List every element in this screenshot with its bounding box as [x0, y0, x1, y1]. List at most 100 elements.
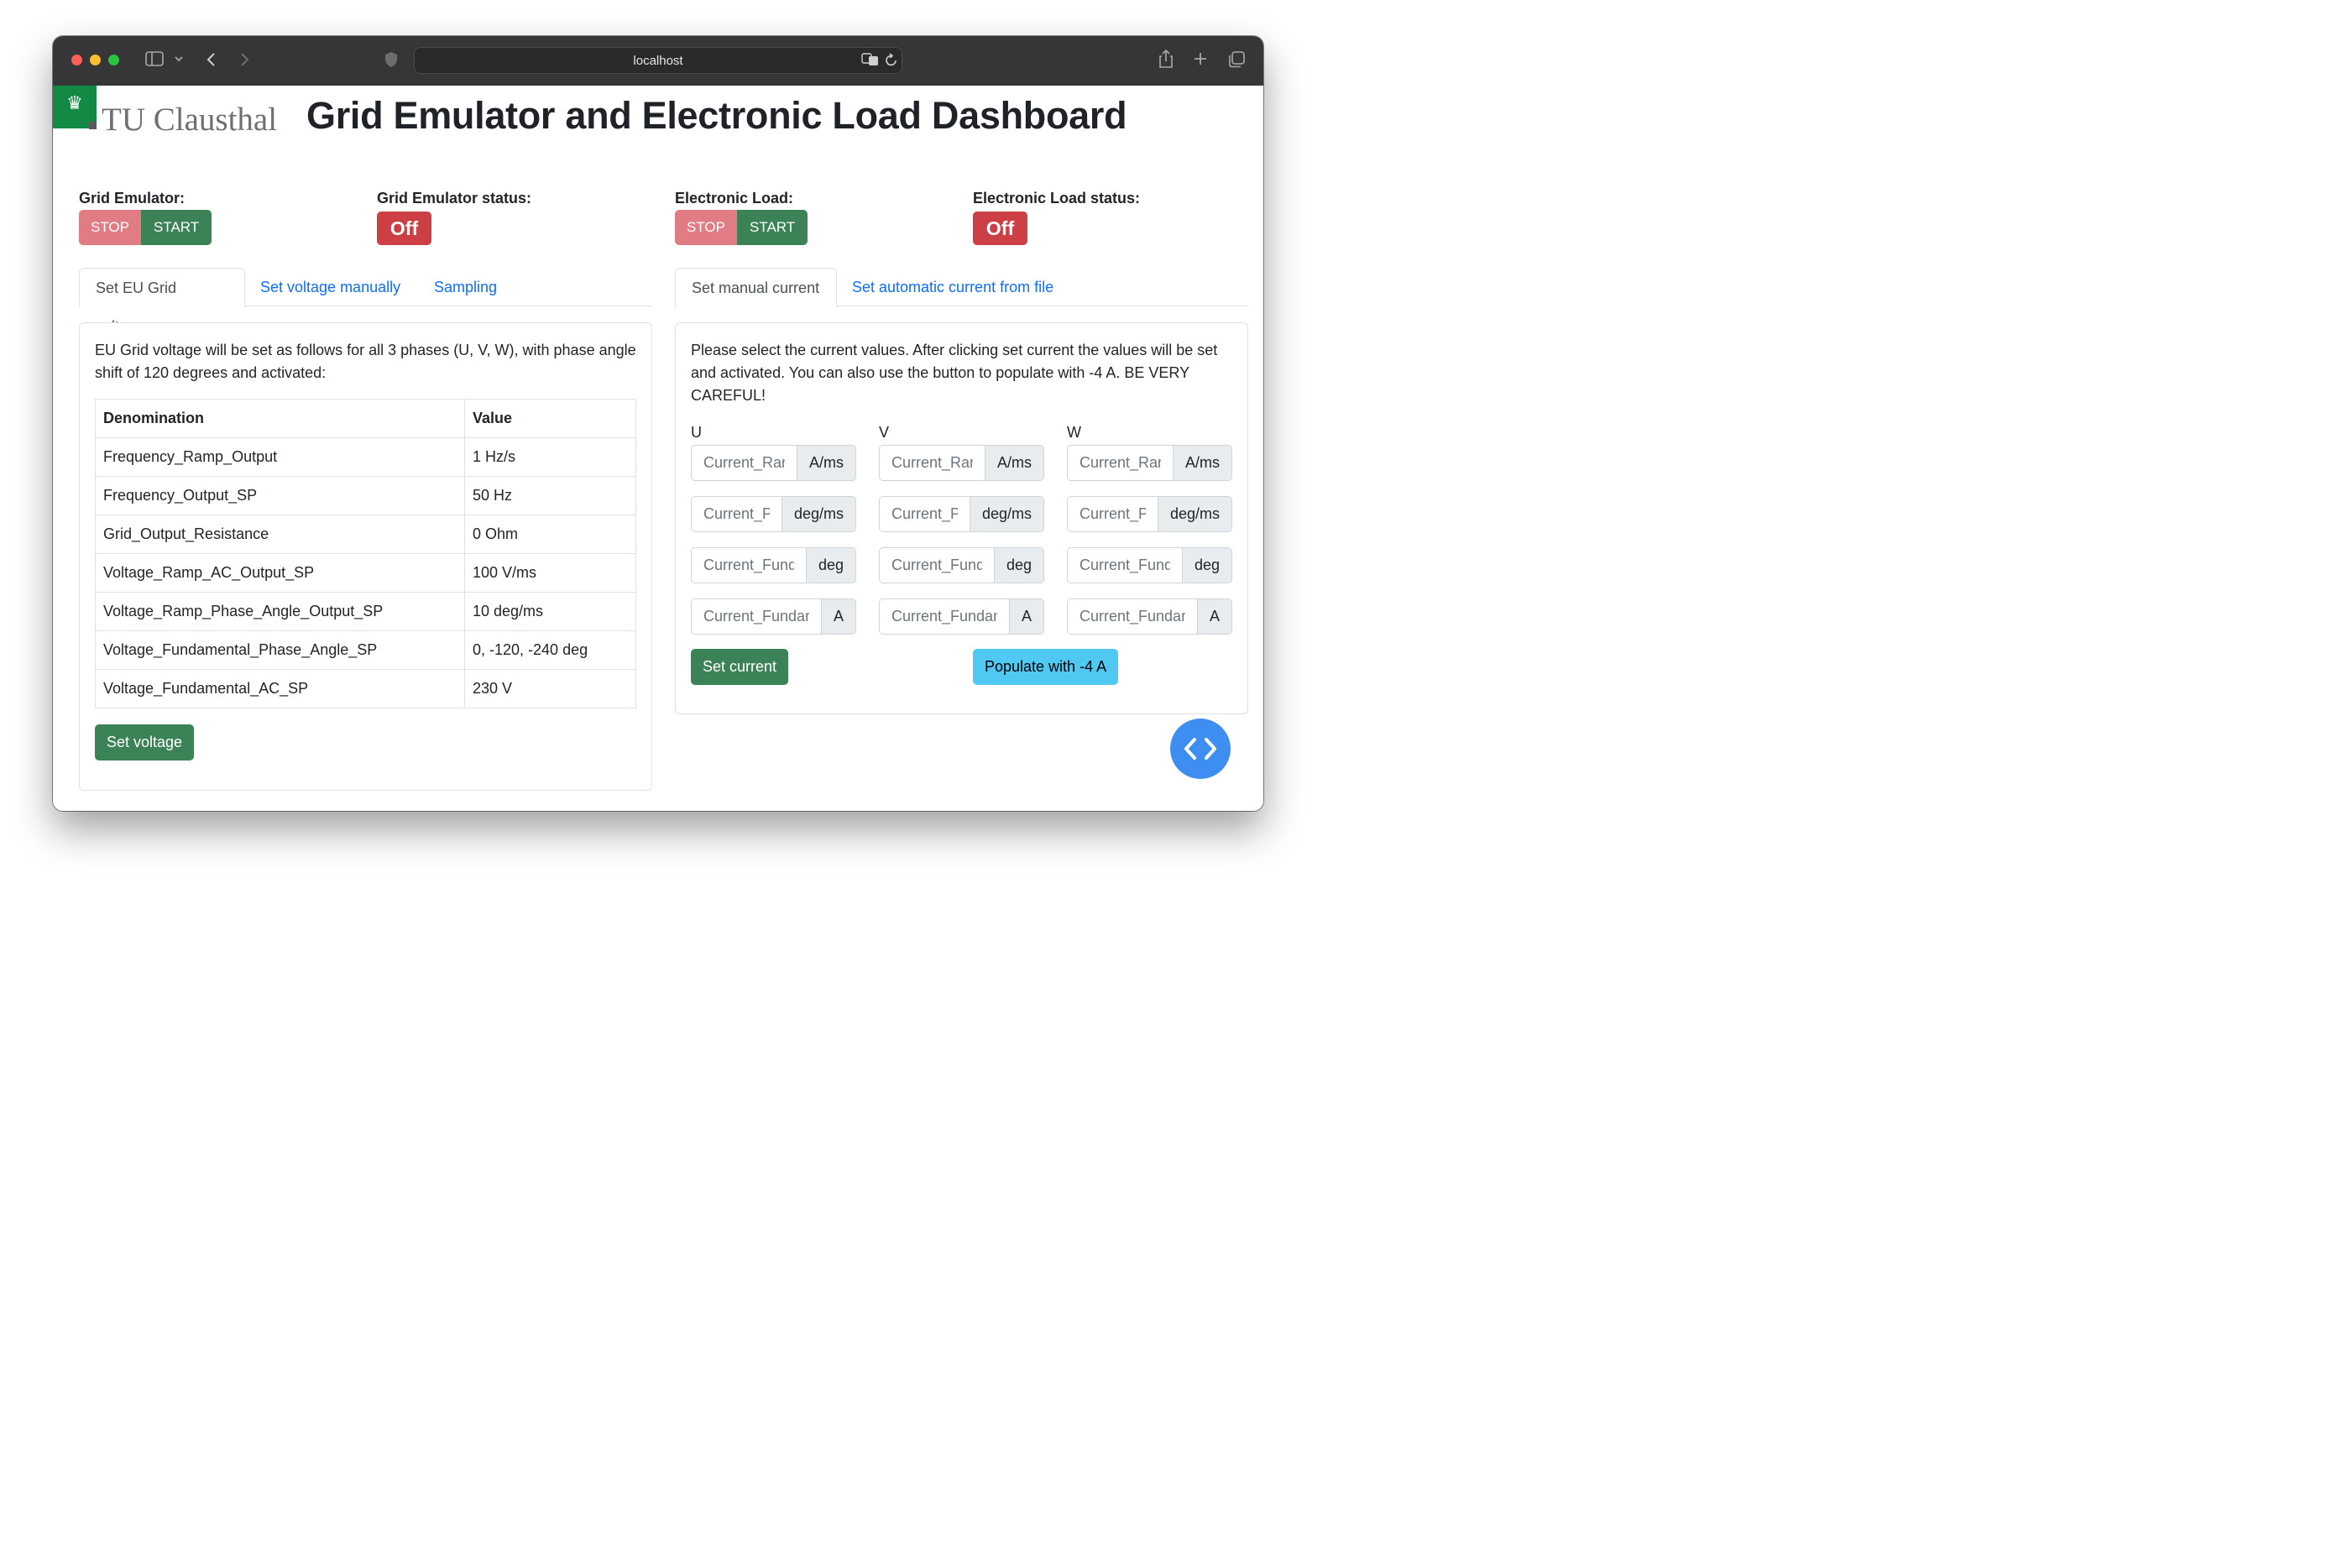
tabs-icon[interactable]: [1227, 50, 1246, 72]
browser-titlebar: localhost: [53, 36, 1263, 86]
unit-label: A/ms: [984, 446, 1043, 480]
phase-u-phase-ramp-group: deg/ms: [691, 496, 856, 532]
denomination-cell: Voltage_Fundamental_Phase_Angle_SP: [95, 630, 465, 670]
unit-label: A: [820, 599, 855, 634]
tab-set-manual-current[interactable]: Set manual current: [675, 268, 837, 307]
phase-v-current-phase-angle-input[interactable]: [880, 548, 994, 583]
table-row: Voltage_Fundamental_Phase_Angle_SP 0, -12…: [95, 630, 636, 670]
tab-sampling[interactable]: Sampling: [418, 268, 513, 307]
unit-label: A: [1008, 599, 1043, 634]
eu-grid-voltage-panel: EU Grid voltage will be set as follows f…: [79, 322, 652, 791]
grid-emulator-status-label: Grid Emulator status:: [377, 190, 532, 206]
share-icon[interactable]: [1158, 49, 1174, 72]
grid-emulator-toggle-group: STOP START: [79, 210, 212, 245]
value-cell: 1 Hz/s: [464, 437, 636, 477]
new-tab-icon[interactable]: [1193, 51, 1208, 70]
grid-emulator-status-badge: Off: [377, 212, 431, 245]
phase-v-current-ramp-input[interactable]: [880, 446, 985, 480]
tab-set-voltage-manually[interactable]: Set voltage manually: [244, 268, 416, 307]
table-row: Voltage_Ramp_Phase_Angle_Output_SP 10 deg…: [95, 592, 636, 631]
denomination-cell: Voltage_Fundamental_AC_SP: [95, 669, 465, 708]
reload-icon[interactable]: [885, 53, 898, 71]
page-title: Grid Emulator and Electronic Load Dashbo…: [306, 94, 1127, 137]
phase-w-current-amplitude-input[interactable]: [1068, 599, 1197, 634]
set-current-button[interactable]: Set current: [691, 649, 789, 685]
tab-set-automatic-current[interactable]: Set automatic current from file: [836, 268, 1069, 307]
phase-u-current-phase-ramp-input[interactable]: [692, 497, 782, 531]
phase-u-amplitude-group: A: [691, 598, 856, 635]
column-header-denomination: Denomination: [95, 399, 465, 438]
unit-label: A: [1196, 599, 1231, 634]
phase-v-ramp-group: A/ms: [879, 445, 1044, 481]
grid-emulator-start-button[interactable]: START: [140, 210, 212, 245]
eu-grid-values-table: Denomination Value Frequency_Ramp_Output…: [95, 399, 636, 708]
unit-label: A/ms: [1172, 446, 1231, 480]
denomination-cell: Frequency_Output_SP: [95, 476, 465, 515]
unit-label: deg/ms: [1157, 497, 1231, 531]
phase-w-ramp-group: A/ms: [1067, 445, 1232, 481]
table-row: Frequency_Ramp_Output 1 Hz/s: [95, 437, 636, 477]
shield-icon[interactable]: [384, 51, 399, 71]
grid-emulator-stop-button[interactable]: STOP: [79, 210, 141, 245]
phase-v-current-phase-ramp-input[interactable]: [880, 497, 970, 531]
manual-current-panel: Please select the current values. After …: [675, 322, 1248, 714]
phase-u-current-ramp-input[interactable]: [692, 446, 797, 480]
phase-u-current-phase-angle-input[interactable]: [692, 548, 806, 583]
minimize-window-button[interactable]: [90, 55, 101, 65]
url-text: localhost: [633, 54, 683, 68]
unit-label: deg/ms: [781, 497, 855, 531]
value-cell: 10 deg/ms: [464, 592, 636, 631]
set-voltage-button[interactable]: Set voltage: [95, 724, 195, 760]
phase-w-current-ramp-input[interactable]: [1068, 446, 1173, 480]
unit-label: A/ms: [796, 446, 855, 480]
value-cell: 100 V/ms: [464, 553, 636, 593]
denomination-cell: Voltage_Ramp_AC_Output_SP: [95, 553, 465, 593]
phase-w-amplitude-group: A: [1067, 598, 1232, 635]
phase-w-current-phase-ramp-input[interactable]: [1068, 497, 1158, 531]
phase-w-phase-ramp-group: deg/ms: [1067, 496, 1232, 532]
column-header-value: Value: [464, 399, 636, 438]
populate-button[interactable]: Populate with -4 A: [973, 649, 1119, 685]
logo-text: TU Clausthal: [102, 102, 278, 138]
phase-v-current-amplitude-input[interactable]: [880, 599, 1009, 634]
back-icon[interactable]: [206, 51, 217, 71]
phase-u-phase-angle-group: deg: [691, 547, 856, 583]
table-row: Voltage_Ramp_AC_Output_SP 100 V/ms: [95, 553, 636, 593]
translate-icon[interactable]: [861, 52, 880, 71]
eu-grid-description: EU Grid voltage will be set as follows f…: [95, 342, 636, 381]
sidebar-icon[interactable]: [145, 51, 164, 70]
phase-v-amplitude-group: A: [879, 598, 1044, 635]
close-window-button[interactable]: [71, 55, 82, 65]
denomination-cell: Grid_Output_Resistance: [95, 515, 465, 554]
manual-current-description: Please select the current values. After …: [691, 342, 1218, 404]
tab-set-eu-grid-voltage[interactable]: Set EU Grid voltage: [79, 268, 245, 335]
phase-v-label: V: [879, 424, 890, 441]
maximize-window-button[interactable]: [108, 55, 119, 65]
browser-window: localhost ♛ TU Clausthal Grid Emulator a…: [53, 36, 1263, 811]
phase-v-phase-angle-group: deg: [879, 547, 1044, 583]
table-row: Grid_Output_Resistance 0 Ohm: [95, 515, 636, 554]
unit-label: deg: [1181, 548, 1231, 583]
electronic-load-label: Electronic Load:: [675, 190, 794, 206]
page-content: ♛ TU Clausthal Grid Emulator and Electro…: [53, 86, 1263, 811]
unit-label: deg: [805, 548, 855, 583]
electronic-load-stop-button[interactable]: STOP: [675, 210, 737, 245]
code-icon[interactable]: [1170, 719, 1231, 779]
phase-v-phase-ramp-group: deg/ms: [879, 496, 1044, 532]
value-cell: 230 V: [464, 669, 636, 708]
table-row: Voltage_Fundamental_AC_SP 230 V: [95, 669, 636, 708]
phase-w-current-phase-angle-input[interactable]: [1068, 548, 1182, 583]
electronic-load-start-button[interactable]: START: [736, 210, 808, 245]
unit-label: deg/ms: [969, 497, 1043, 531]
phase-u-ramp-group: A/ms: [691, 445, 856, 481]
electronic-load-status-label: Electronic Load status:: [973, 190, 1141, 206]
electronic-load-toggle-group: STOP START: [675, 210, 808, 245]
unit-label: deg: [993, 548, 1043, 583]
chevron-down-icon[interactable]: [174, 52, 184, 69]
electronic-load-status-badge: Off: [973, 212, 1027, 245]
denomination-cell: Voltage_Ramp_Phase_Angle_Output_SP: [95, 592, 465, 631]
value-cell: 0 Ohm: [464, 515, 636, 554]
forward-icon[interactable]: [238, 51, 250, 71]
address-bar[interactable]: localhost: [414, 47, 902, 74]
phase-u-current-amplitude-input[interactable]: [692, 599, 821, 634]
